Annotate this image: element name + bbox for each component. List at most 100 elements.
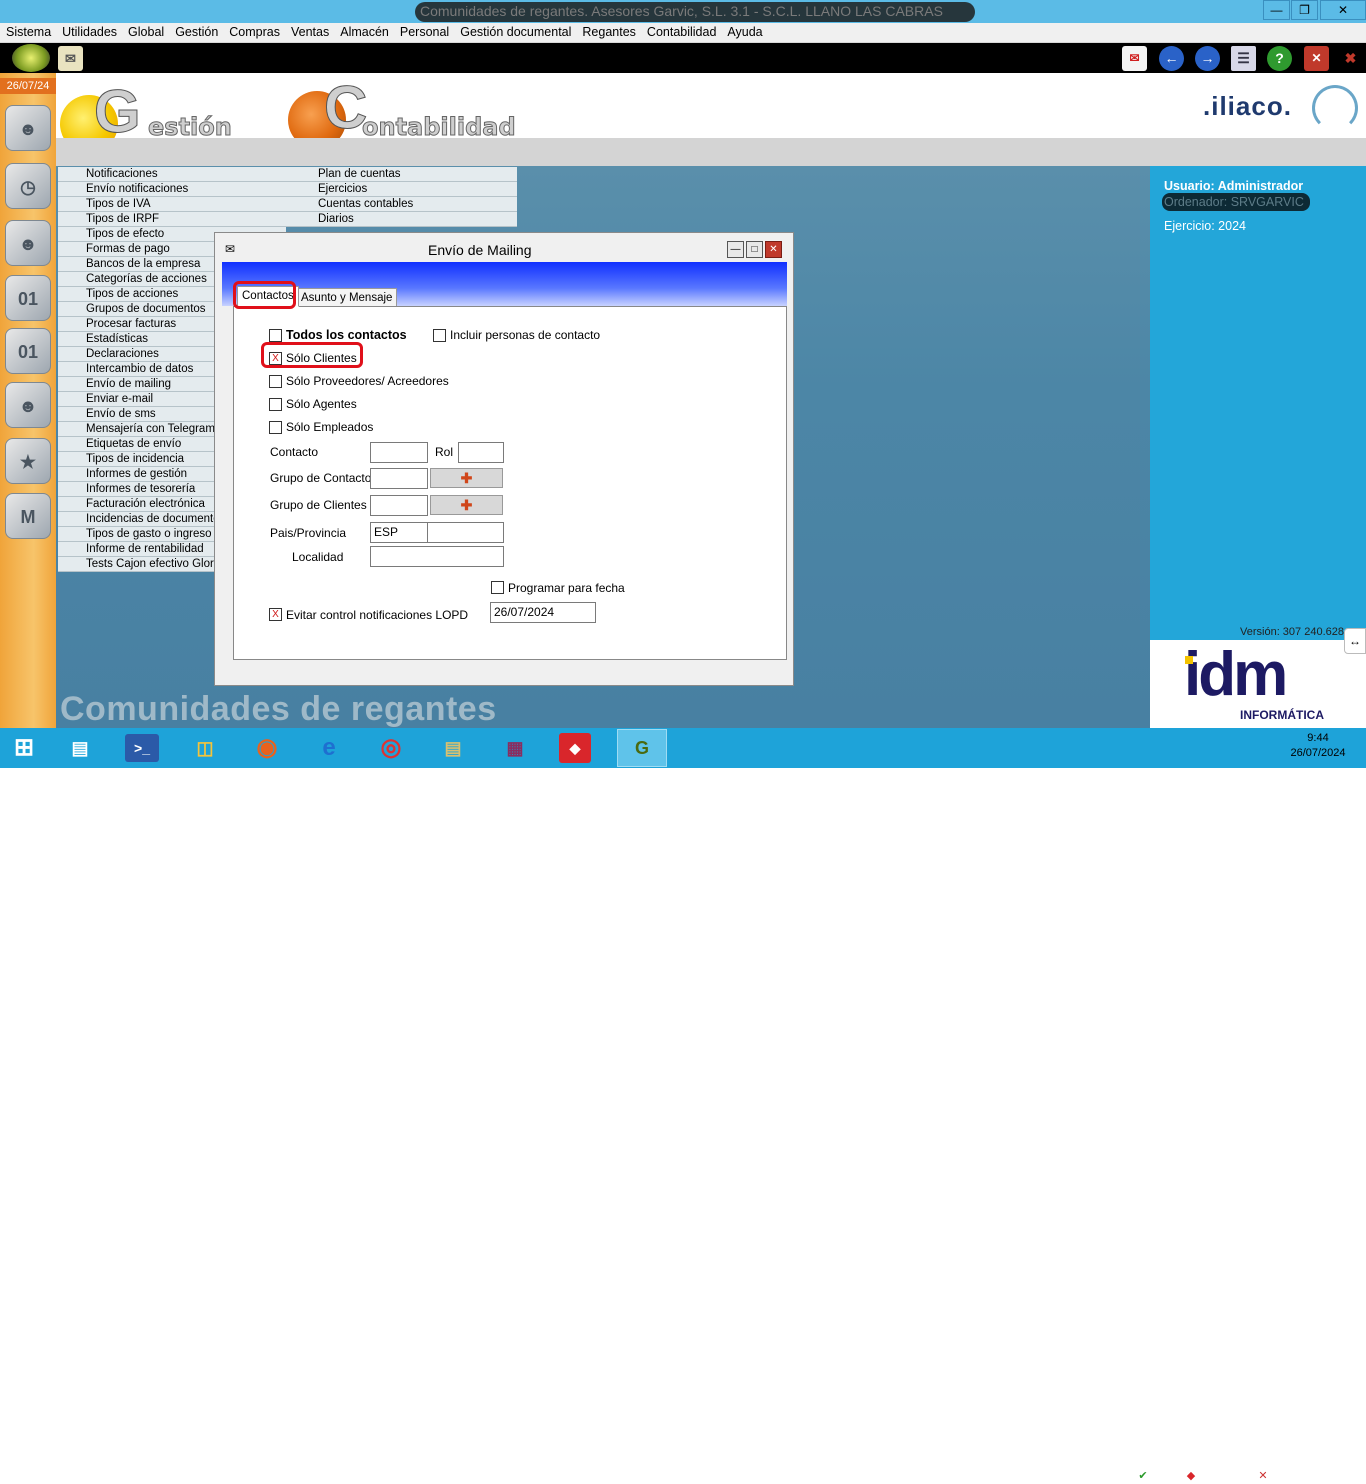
close-window-icon[interactable]: ✕ (1304, 46, 1329, 71)
winrar-icon[interactable]: ▦ (497, 731, 533, 765)
back-arrow-icon[interactable]: ← (1159, 46, 1184, 71)
server-manager-icon[interactable]: ▤ (62, 731, 98, 765)
incluir-label: Incluir personas de contacto (450, 328, 601, 342)
agentes-checkbox[interactable] (269, 398, 282, 411)
date-badge: 26/07/24 (0, 78, 56, 94)
programar-label: Programar para fecha (508, 581, 625, 595)
group-users-icon[interactable]: ☻ (5, 382, 51, 428)
side-handle-icon[interactable]: ↔ (1344, 628, 1366, 654)
clock-time: 9:44 (1307, 732, 1329, 744)
idm-logo-dot (1185, 656, 1193, 664)
dialog-minimize-button[interactable]: — (727, 241, 744, 258)
incluir-checkbox[interactable] (433, 329, 446, 342)
menu-item[interactable]: Envío notificaciones (58, 182, 286, 197)
idm-logo: idm (1184, 640, 1288, 709)
gestion-logo-letter: G (94, 78, 142, 146)
contacto-field[interactable] (370, 442, 428, 463)
menu-contabilidad[interactable]: Contabilidad (641, 23, 722, 39)
localidad-field[interactable] (370, 546, 504, 567)
menu-item[interactable]: Notificaciones (58, 167, 286, 182)
menu-sistema[interactable]: Sistema (0, 23, 56, 39)
fiscal-year-label: Ejercicio: 2024 (1164, 219, 1246, 233)
flag-tray-icon[interactable]: ⚑ (1207, 1468, 1223, 1484)
macro-m-icon[interactable]: M (5, 493, 51, 539)
exit-app-icon[interactable]: ✖ (1338, 46, 1363, 71)
menu-item[interactable]: Ejercicios (286, 182, 517, 197)
proveedores-checkbox[interactable] (269, 375, 282, 388)
grupo-clientes-field[interactable] (370, 495, 428, 516)
windows-start-icon[interactable]: ⊞ (6, 731, 42, 765)
contabilidad-logo-letter: C (323, 74, 368, 142)
evitar-lopd-label: Evitar control notificaciones LOPD (286, 608, 469, 622)
menu-item[interactable]: Diarios (286, 212, 517, 227)
dialog-titlebar: ✉ Envío de Mailing — □ ✕ (215, 233, 793, 263)
database-01-icon[interactable]: 01 (5, 275, 51, 321)
menu-ayuda[interactable]: Ayuda (721, 23, 767, 39)
grupo-contactos-add-button[interactable]: ✚ (430, 468, 503, 488)
monitor-tray-icon[interactable]: ▤ (1231, 1468, 1247, 1484)
dialog-maximize-button[interactable]: □ (746, 241, 763, 258)
pais-field[interactable]: ESP (370, 522, 428, 543)
menu-gestion[interactable]: Gestión (169, 23, 223, 39)
taskbar-clock[interactable]: 9:44 26/07/2024 (1286, 731, 1350, 761)
menu-personal[interactable]: Personal (394, 23, 454, 39)
evitar-lopd-checkbox[interactable]: X (269, 608, 282, 621)
highlight-ring-clientes (261, 342, 363, 368)
gestion-app-taskbar-icon[interactable]: G (617, 729, 667, 767)
restore-button[interactable]: ❐ (1291, 0, 1318, 20)
fecha-field[interactable]: 26/07/2024 (490, 602, 596, 623)
menu-item[interactable]: Tipos de IRPF (58, 212, 286, 227)
app-orb-icon[interactable] (12, 44, 50, 72)
menu-almacen[interactable]: Almacén (334, 23, 394, 39)
display-tray-icon[interactable]: ▣ (1159, 1468, 1175, 1484)
rol-label: Rol (435, 445, 454, 459)
volume-muted-tray-icon[interactable]: ✕ (1255, 1468, 1271, 1484)
menu-utilidades[interactable]: Utilidades (56, 23, 122, 39)
contacts-icon[interactable]: ☻ (5, 105, 51, 151)
sync-tray-icon[interactable]: ✔ (1135, 1468, 1151, 1484)
empleados-checkbox[interactable] (269, 421, 282, 434)
user-label: Usuario: Administrador (1164, 179, 1304, 193)
menu-ventas[interactable]: Ventas (285, 23, 334, 39)
menu-global[interactable]: Global (122, 23, 169, 39)
help-icon[interactable]: ? (1267, 46, 1292, 71)
file-explorer-icon[interactable]: ◫ (187, 731, 223, 765)
tab-asunto-mensaje[interactable]: Asunto y Mensaje (296, 288, 398, 308)
grupo-clientes-add-button[interactable]: ✚ (430, 495, 503, 515)
pais-provincia-label: Pais/Provincia (270, 526, 347, 540)
mail-alert-icon[interactable]: ✉ (1122, 46, 1147, 71)
provincia-field[interactable] (427, 522, 504, 543)
forward-arrow-icon[interactable]: → (1195, 46, 1220, 71)
menu-item[interactable]: Cuentas contables (286, 197, 517, 212)
chrome-icon[interactable]: ◎ (373, 731, 409, 765)
firefox-icon[interactable]: ◉ (249, 731, 285, 765)
user-icon[interactable]: ☻ (5, 220, 51, 266)
menu-item[interactable]: Plan de cuentas (286, 167, 517, 182)
rol-field[interactable] (458, 442, 504, 463)
books-icon[interactable]: ▤ (435, 731, 471, 765)
todos-checkbox[interactable] (269, 329, 282, 342)
powershell-icon[interactable]: >_ (125, 734, 159, 762)
grupo-contactos-field[interactable] (370, 468, 428, 489)
close-button[interactable]: ✕ (1320, 0, 1366, 20)
teamviewer-tray-icon[interactable]: ↔ (1111, 1468, 1127, 1484)
menu-compras[interactable]: Compras (223, 23, 285, 39)
version-label: Versión: 307 240.628 (1240, 626, 1344, 638)
minimize-button[interactable]: — (1263, 0, 1290, 20)
data-01-icon[interactable]: 01 (5, 328, 51, 374)
menu-gestion-documental[interactable]: Gestión documental (454, 23, 576, 39)
anydesk-icon[interactable]: ◆ (559, 733, 591, 763)
anydesk-tray-icon[interactable]: ◆ (1183, 1468, 1199, 1484)
programar-checkbox[interactable] (491, 581, 504, 594)
dialog-close-button[interactable]: ✕ (765, 241, 782, 258)
window-list-icon[interactable]: ☰ (1231, 46, 1256, 71)
wizard-database-icon[interactable]: ★ (5, 438, 51, 484)
calendar-clock-icon[interactable]: ◷ (5, 163, 51, 209)
menu-item[interactable]: Tipos de IVA (58, 197, 286, 212)
network-tray-icon[interactable]: ● (1088, 1468, 1104, 1484)
grupo-contactos-label: Grupo de Contactos (270, 471, 378, 485)
envelope-icon[interactable]: ✉ (58, 46, 83, 71)
menu-regantes[interactable]: Regantes (576, 23, 641, 39)
internet-explorer-icon[interactable]: e (311, 731, 347, 765)
empleados-label: Sólo Empleados (286, 420, 374, 434)
